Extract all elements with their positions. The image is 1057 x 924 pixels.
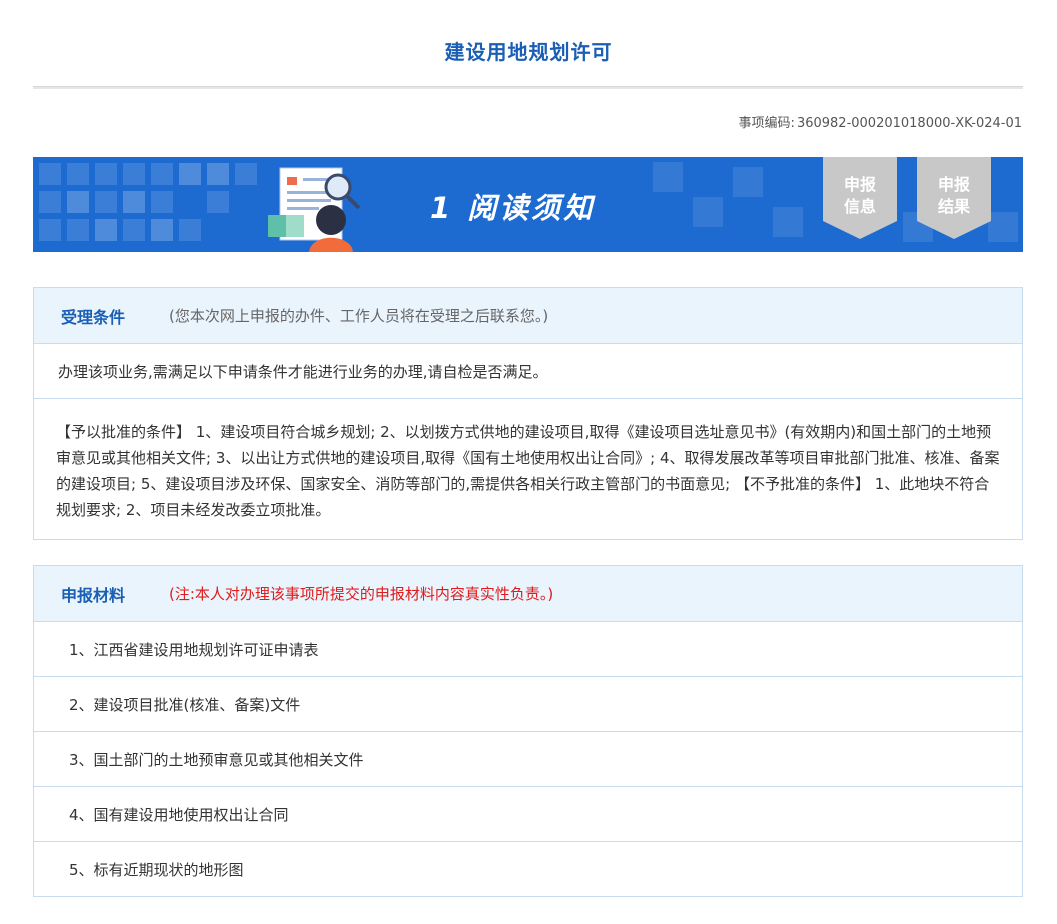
item-code-label: 事项编码: xyxy=(738,116,795,131)
title-divider xyxy=(33,86,1023,89)
materials-note: (注:本人对办理该事项所提交的申报材料内容真实性负责。) xyxy=(169,585,554,603)
step-banner: 1 阅读须知 申报 信息 申报 结果 xyxy=(33,157,1023,252)
material-item: 3、国土部门的土地预审意见或其他相关文件 xyxy=(34,732,1022,787)
step-tab-label: 申报 结果 xyxy=(937,175,970,216)
materials-title: 申报材料 xyxy=(61,585,126,605)
material-item: 5、标有近期现状的地形图 xyxy=(69,861,244,879)
conditions-header: 受理条件 (您本次网上申报的办件、工作人员将在受理之后联系您。) xyxy=(34,288,1022,344)
materials-header: 申报材料 (注:本人对办理该事项所提交的申报材料内容真实性负责。) xyxy=(34,566,1022,622)
item-code: 事项编码: 360982-000201018000-XK-024-01 xyxy=(739,112,1022,131)
conditions-note: (您本次网上申报的办件、工作人员将在受理之后联系您。) xyxy=(169,307,549,325)
step-tab-declare-result[interactable]: 申报 结果 xyxy=(917,157,991,239)
material-item: 4、国有建设用地使用权出让合同 xyxy=(34,787,1022,842)
material-item: 1、江西省建设用地规划许可证申请表 xyxy=(34,622,1022,677)
conditions-intro: 办理该项业务,需满足以下申请条件才能进行业务的办理,请自检是否满足。 xyxy=(34,344,1022,399)
step-heading: 1 阅读须知 xyxy=(430,185,595,227)
step-tab-declare-info[interactable]: 申报 信息 xyxy=(823,157,897,239)
conditions-body: 【予以批准的条件】 1、建设项目符合城乡规划; 2、以划拨方式供地的建设项目,取… xyxy=(56,423,1000,519)
item-code-value: 360982-000201018000-XK-024-01 xyxy=(796,116,1022,131)
conditions-panel: 受理条件 (您本次网上申报的办件、工作人员将在受理之后联系您。) 办理该项业务,… xyxy=(33,287,1023,540)
materials-panel: 申报材料 (注:本人对办理该事项所提交的申报材料内容真实性负责。) 1、江西省建… xyxy=(33,565,1023,897)
material-item: 2、建设项目批准(核准、备案)文件 xyxy=(34,677,1022,732)
page-title: 建设用地规划许可 xyxy=(444,40,613,64)
reading-person-illustration xyxy=(268,167,361,252)
step-tab-label: 申报 信息 xyxy=(843,175,876,216)
step-title: 阅读须知 xyxy=(467,191,596,225)
conditions-title: 受理条件 xyxy=(61,307,126,327)
step-number: 1 xyxy=(430,191,454,225)
